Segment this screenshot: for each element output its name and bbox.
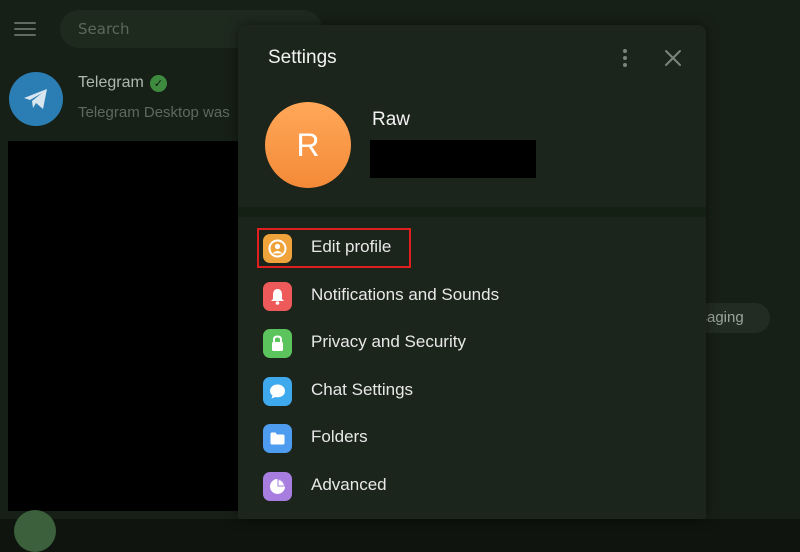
paper-plane-icon (24, 89, 47, 109)
verified-check-icon: ✓ (150, 75, 167, 92)
settings-menu: Edit profile Notifications and Sounds Pr… (238, 225, 706, 510)
redacted-phone (370, 140, 536, 178)
redacted-area (8, 141, 240, 511)
lock-icon (263, 329, 292, 358)
menu-item-label: Advanced (311, 474, 387, 494)
close-icon[interactable] (662, 47, 684, 69)
user-circle-icon (263, 234, 292, 263)
menu-item-label: Notifications and Sounds (311, 284, 500, 304)
menu-item-folders[interactable]: Folders (238, 415, 706, 463)
settings-panel: Settings R Raw Edit profile Notification… (238, 25, 706, 519)
profile-avatar[interactable]: R (265, 102, 351, 188)
menu-item-label: Folders (311, 427, 368, 446)
section-divider (238, 207, 706, 217)
bell-icon (263, 281, 292, 311)
menu-item-notifications[interactable]: Notifications and Sounds (238, 273, 706, 321)
menu-item-label: Edit profile (311, 237, 392, 256)
page-title: Settings (268, 47, 337, 68)
menu-item-edit-profile[interactable]: Edit profile (238, 225, 706, 273)
menu-item-chat-settings[interactable]: Chat Settings (238, 368, 706, 416)
hamburger-menu-icon[interactable] (14, 18, 42, 42)
chat-preview: Telegram Desktop was (78, 104, 230, 121)
more-options-icon[interactable] (618, 49, 632, 71)
telegram-avatar (9, 72, 63, 126)
pie-chart-icon (263, 471, 292, 501)
chat-bubble-icon (263, 376, 292, 406)
folder-icon (263, 424, 292, 453)
menu-item-advanced[interactable]: Advanced (238, 463, 706, 511)
menu-item-label: Chat Settings (311, 379, 414, 399)
menu-item-label: Privacy and Security (311, 332, 466, 351)
menu-item-privacy[interactable]: Privacy and Security (238, 320, 706, 368)
profile-name: Raw (372, 109, 411, 130)
chat-name: Telegram (78, 74, 144, 91)
avatar[interactable] (14, 510, 56, 552)
